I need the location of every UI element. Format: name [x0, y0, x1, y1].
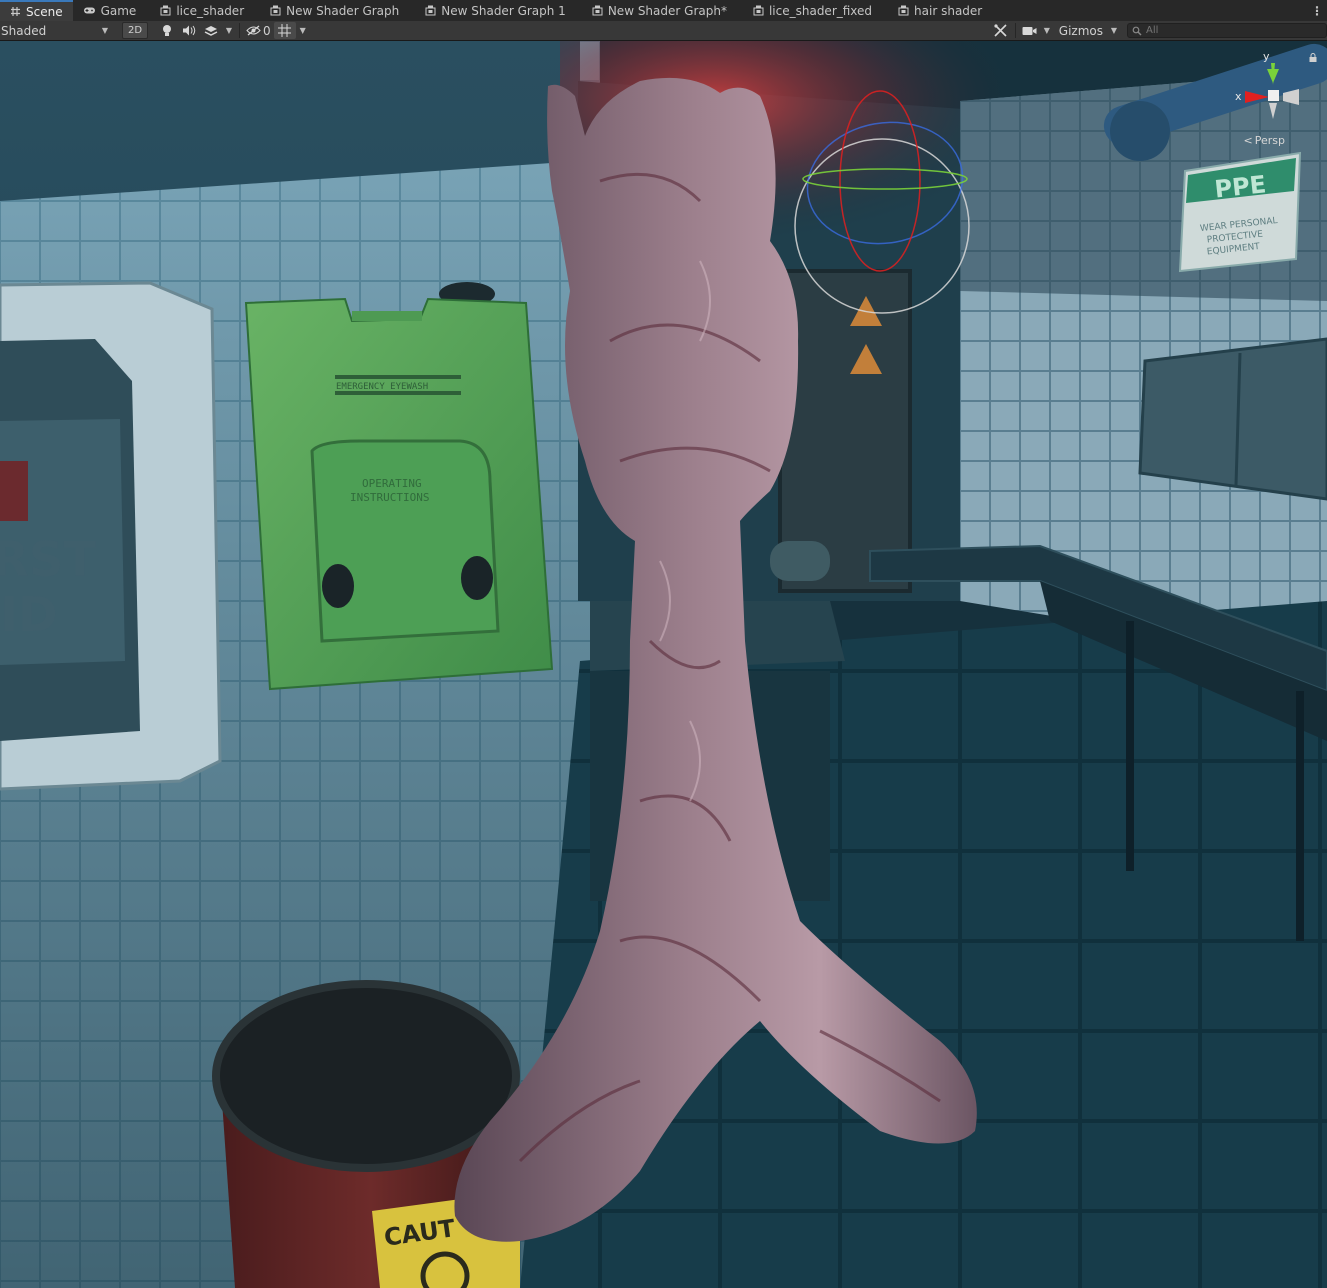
projection-toggle[interactable]: < Persp — [1244, 134, 1285, 147]
effects-dropdown[interactable]: ▼ — [222, 22, 236, 39]
tab-label: Game — [100, 3, 137, 18]
chevron-down-icon: ▼ — [1110, 26, 1118, 35]
hidden-count: 0 — [263, 23, 271, 38]
camera-dropdown[interactable]: ▼ — [1041, 22, 1053, 39]
scene-render[interactable]: PPE WEAR PERSONAL PROTECTIVE EQUIPMENT R… — [0, 41, 1327, 1288]
tab-label: Scene — [26, 4, 63, 19]
effects-toggle[interactable] — [200, 22, 222, 39]
toolbar-divider — [239, 23, 240, 38]
tab-label: New Shader Graph 1 — [441, 3, 566, 18]
ppe-sign: PPE WEAR PERSONAL PROTECTIVE EQUIPMENT — [1178, 151, 1302, 273]
first-aid-text1: RST — [0, 532, 97, 588]
chevron-down-icon: ▼ — [1043, 26, 1050, 35]
tab-new-shader-graph[interactable]: New Shader Graph — [254, 0, 409, 21]
tab-label: New Shader Graph — [286, 3, 400, 18]
scene-search[interactable] — [1127, 23, 1327, 38]
grid-icon — [278, 24, 292, 37]
scene-visibility-toggle[interactable]: 0 — [243, 22, 274, 39]
camera-settings-button[interactable] — [1019, 22, 1041, 39]
layers-effects-icon — [204, 25, 218, 36]
eyewash-instructions1: OPERATING — [362, 477, 422, 490]
editor-tab-bar: Scene Game lice_shader New Shader Graph … — [0, 0, 1327, 22]
gizmos-label: Gizmos — [1058, 23, 1103, 38]
tab-label: lice_shader_fixed — [768, 3, 873, 18]
hash-grid-icon — [11, 7, 20, 16]
chevron-left-icon: < — [1243, 134, 1253, 147]
tab-lice-shader[interactable]: lice_shader — [146, 0, 254, 21]
tab-game[interactable]: Game — [73, 0, 147, 21]
gizmo-x-axis[interactable] — [1245, 91, 1269, 103]
shader-graph-icon — [592, 5, 603, 16]
search-icon — [1132, 26, 1142, 35]
tab-scene[interactable]: Scene — [0, 0, 73, 21]
shader-graph-icon — [898, 5, 909, 16]
tab-hair-shader[interactable]: hair shader — [882, 0, 992, 21]
crossed-tools-icon — [994, 24, 1007, 37]
eye-hidden-icon — [246, 25, 261, 36]
tools-toggle[interactable] — [990, 22, 1012, 39]
scene-toolbar: Shaded ▼ 2D ▼ 0 ▼ ▼ Gizmos ▼ — [0, 21, 1327, 41]
audio-toggle[interactable] — [178, 22, 200, 39]
first-aid-text2: ID — [0, 587, 58, 643]
search-input[interactable] — [1146, 25, 1316, 36]
tab-label: New Shader Graph* — [607, 3, 727, 18]
shading-mode-value: Shaded — [1, 23, 47, 38]
gizmo-x-label: x — [1235, 90, 1242, 103]
eyewash-title: EMERGENCY EYEWASH — [336, 382, 428, 392]
chevron-down-icon: ▼ — [101, 26, 108, 35]
camera-icon — [1022, 26, 1037, 35]
shader-graph-icon — [753, 5, 764, 16]
tab-spacer — [992, 0, 1307, 21]
gizmos-dropdown[interactable]: ▼ — [1107, 22, 1121, 39]
biohazard-bin: CAUT — [212, 980, 520, 1288]
grid-dropdown[interactable]: ▼ — [296, 22, 310, 39]
gizmo-neg-x-axis[interactable] — [1283, 89, 1299, 105]
tab-label: lice_shader — [176, 3, 245, 18]
tab-new-shader-graph-modified[interactable]: New Shader Graph* — [576, 0, 737, 21]
chevron-down-icon: ▼ — [225, 26, 233, 35]
projection-label: Persp — [1254, 134, 1285, 147]
more-options-icon[interactable]: ⋮ — [1307, 0, 1327, 21]
gizmo-neg-y-axis[interactable] — [1269, 103, 1277, 119]
speaker-icon — [183, 25, 196, 36]
shader-graph-icon — [160, 5, 171, 16]
shader-graph-icon — [270, 5, 281, 16]
grid-toggle[interactable] — [273, 22, 296, 39]
gizmo-center-cube[interactable] — [1268, 90, 1279, 101]
tab-label: hair shader — [914, 3, 983, 18]
lock-icon[interactable] — [1309, 53, 1317, 62]
first-aid-cabinet: RST ID — [0, 281, 222, 791]
chevron-down-icon: ▼ — [299, 26, 306, 35]
eyewash-station: EMERGENCY EYEWASH OPERATING INSTRUCTIONS — [244, 282, 554, 691]
toggle-2d-button[interactable]: 2D — [122, 22, 148, 39]
gamepad-icon — [83, 7, 95, 14]
gizmo-y-label: y — [1263, 50, 1270, 63]
toolbar-divider — [1014, 23, 1016, 38]
shading-mode-dropdown[interactable]: Shaded ▼ — [0, 22, 114, 39]
gizmos-button[interactable]: Gizmos — [1053, 22, 1107, 39]
ppe-title: PPE — [1213, 170, 1267, 203]
lighting-toggle[interactable] — [156, 22, 178, 39]
tab-new-shader-graph-1[interactable]: New Shader Graph 1 — [409, 0, 576, 21]
scene-viewport[interactable]: PPE WEAR PERSONAL PROTECTIVE EQUIPMENT R… — [0, 41, 1327, 1288]
lightbulb-icon — [163, 25, 171, 36]
eyewash-instructions2: INSTRUCTIONS — [350, 491, 429, 504]
shader-graph-icon — [425, 5, 436, 16]
tab-lice-shader-fixed[interactable]: lice_shader_fixed — [737, 0, 882, 21]
